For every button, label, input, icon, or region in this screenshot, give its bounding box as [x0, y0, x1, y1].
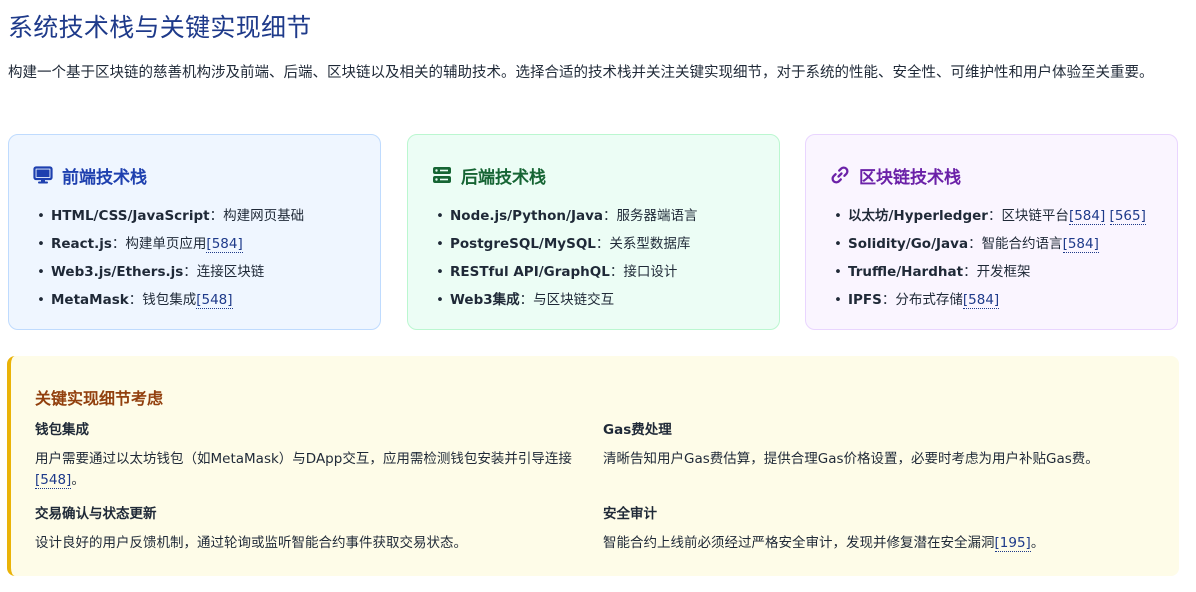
list-item: Node.js/Python/Java：服务器端语言: [432, 202, 755, 230]
key-detail-heading: 安全审计: [603, 506, 657, 522]
key-detail-text: 用户需要通过以太坊钱包（如MetaMask）与DApp交互，应用需检测钱包安装并…: [35, 449, 595, 491]
item-desc: 与区块链交互: [533, 292, 615, 308]
citation-link[interactable]: [584]: [1068, 208, 1106, 225]
item-desc: 智能合约语言: [981, 236, 1063, 252]
item-separator: ：: [987, 208, 1002, 224]
page: 系统技术栈与关键实现细节 构建一个基于区块链的慈善机构涉及前端、后端、区块链以及…: [0, 0, 1196, 592]
key-detail-tx-status: 交易确认与状态更新 设计良好的用户反馈机制，通过轮询或监听智能合约事件获取交易状…: [35, 504, 595, 554]
list-item: Web3集成：与区块链交互: [432, 286, 755, 314]
item-key: Web3.js/Ethers.js: [51, 264, 184, 280]
blockchain-card-header: 区块链技术栈: [830, 163, 1153, 188]
backend-card-header: 后端技术栈: [432, 163, 755, 188]
item-desc: 分布式存储: [895, 292, 963, 308]
item-separator: ：: [963, 264, 977, 280]
frontend-card: 前端技术栈 HTML/CSS/JavaScript：构建网页基础 React.j…: [8, 134, 381, 330]
list-item: React.js：构建单页应用[584]: [33, 230, 356, 258]
key-detail-heading: Gas费处理: [603, 422, 672, 438]
item-separator: ：: [128, 292, 143, 308]
citation-link[interactable]: [548]: [35, 472, 72, 489]
item-separator: ：: [209, 208, 224, 224]
key-detail-text: 智能合约上线前必须经过严格安全审计，发现并修复潜在安全漏洞[195]。: [603, 533, 1163, 554]
key-detail-body: 清晰告知用户Gas费估算，提供合理Gas价格设置，必要时考虑为用户补贴Gas费。: [603, 451, 1099, 467]
frontend-card-header: 前端技术栈: [33, 163, 356, 188]
item-desc: 连接区块链: [196, 264, 265, 280]
item-key: PostgreSQL/MySQL: [450, 236, 596, 252]
list-item: IPFS：分布式存储[584]: [830, 286, 1153, 314]
item-desc: 钱包集成: [142, 292, 197, 308]
item-desc: 接口设计: [623, 264, 678, 280]
citation-link[interactable]: [584]: [206, 236, 243, 253]
item-key: React.js: [51, 236, 112, 252]
list-item: Web3.js/Ethers.js：连接区块链: [33, 258, 356, 286]
item-key: RESTful API/GraphQL: [450, 264, 610, 280]
list-item: RESTful API/GraphQL：接口设计: [432, 258, 755, 286]
list-item: HTML/CSS/JavaScript：构建网页基础: [33, 202, 356, 230]
citation-link[interactable]: [195]: [994, 535, 1031, 552]
key-detail-tail: 。: [71, 472, 85, 488]
item-separator: ：: [111, 236, 126, 252]
item-key: Solidity/Go/Java: [848, 236, 969, 252]
key-detail-heading: 交易确认与状态更新: [35, 506, 157, 522]
key-detail-body: 设计良好的用户反馈机制，通过轮询或监听智能合约事件获取交易状态。: [35, 535, 467, 551]
item-key: HTML/CSS/JavaScript: [51, 208, 210, 224]
item-desc: 构建网页基础: [223, 208, 305, 224]
item-desc: 区块链平台: [1001, 208, 1069, 224]
key-details-panel: 关键实现细节考虑 钱包集成 用户需要通过以太坊钱包（如MetaMask）与DAp…: [7, 356, 1179, 576]
item-separator: ：: [595, 236, 610, 252]
item-desc: 开发框架: [976, 264, 1031, 280]
list-item: Solidity/Go/Java：智能合约语言[584]: [830, 230, 1153, 258]
key-detail-wallet: 钱包集成 用户需要通过以太坊钱包（如MetaMask）与DApp交互，应用需检测…: [35, 420, 595, 491]
key-detail-text: 设计良好的用户反馈机制，通过轮询或监听智能合约事件获取交易状态。: [35, 533, 595, 554]
key-detail-body: 智能合约上线前必须经过严格安全审计，发现并修复潜在安全漏洞: [603, 535, 995, 551]
blockchain-card-title: 区块链技术栈: [859, 167, 961, 188]
item-separator: ：: [183, 264, 197, 280]
item-key: MetaMask: [51, 292, 129, 308]
link-icon: [831, 166, 849, 184]
tech-stack-cards: 前端技术栈 HTML/CSS/JavaScript：构建网页基础 React.j…: [8, 134, 1179, 332]
citation-link[interactable]: [584]: [1062, 236, 1099, 253]
server-icon: [433, 167, 451, 183]
list-item: Truffle/Hardhat：开发框架: [830, 258, 1153, 286]
item-separator: ：: [968, 236, 982, 252]
item-separator: ：: [519, 292, 534, 308]
frontend-list: HTML/CSS/JavaScript：构建网页基础 React.js：构建单页…: [33, 202, 356, 314]
key-details-title: 关键实现细节考虑: [35, 389, 164, 408]
item-desc: 关系型数据库: [609, 236, 691, 252]
item-key: Truffle/Hardhat: [848, 264, 964, 280]
key-detail-body: 用户需要通过以太坊钱包（如MetaMask）与DApp交互，应用需检测钱包安装并…: [35, 451, 572, 467]
citation-link[interactable]: [565]: [1109, 208, 1146, 225]
page-title: 系统技术栈与关键实现细节: [8, 13, 312, 42]
key-detail-audit: 安全审计 智能合约上线前必须经过严格安全审计，发现并修复潜在安全漏洞[195]。: [603, 504, 1163, 554]
item-separator: ：: [602, 208, 617, 224]
item-key: IPFS: [848, 292, 882, 308]
frontend-card-title: 前端技术栈: [62, 167, 147, 188]
backend-card: 后端技术栈 Node.js/Python/Java：服务器端语言 Postgre…: [407, 134, 780, 330]
list-item: 以太坊/Hyperledger：区块链平台[584] [565]: [830, 202, 1153, 230]
item-key: 以太坊/Hyperledger: [848, 208, 988, 224]
key-detail-gas: Gas费处理 清晰告知用户Gas费估算，提供合理Gas价格设置，必要时考虑为用户…: [603, 420, 1163, 470]
item-key: Web3集成: [450, 292, 520, 308]
item-separator: ：: [881, 292, 896, 308]
key-detail-text: 清晰告知用户Gas费估算，提供合理Gas价格设置，必要时考虑为用户补贴Gas费。: [603, 449, 1163, 470]
key-detail-tail: 。: [1030, 535, 1045, 551]
list-item: PostgreSQL/MySQL：关系型数据库: [432, 230, 755, 258]
blockchain-card: 区块链技术栈 以太坊/Hyperledger：区块链平台[584] [565] …: [805, 134, 1178, 330]
key-detail-heading: 钱包集成: [35, 422, 89, 438]
backend-list: Node.js/Python/Java：服务器端语言 PostgreSQL/My…: [432, 202, 755, 314]
item-desc: 构建单页应用: [125, 236, 207, 252]
item-key: Node.js/Python/Java: [450, 208, 603, 224]
citation-link[interactable]: [584]: [962, 292, 1000, 309]
item-separator: ：: [609, 264, 624, 280]
item-desc: 服务器端语言: [616, 208, 698, 224]
monitor-icon: [33, 166, 53, 184]
list-item: MetaMask：钱包集成[548]: [33, 286, 356, 314]
blockchain-list: 以太坊/Hyperledger：区块链平台[584] [565] Solidit…: [830, 202, 1153, 314]
backend-card-title: 后端技术栈: [461, 167, 546, 188]
intro-paragraph: 构建一个基于区块链的慈善机构涉及前端、后端、区块链以及相关的辅助技术。选择合适的…: [8, 65, 1154, 81]
citation-link[interactable]: [548]: [196, 292, 233, 309]
